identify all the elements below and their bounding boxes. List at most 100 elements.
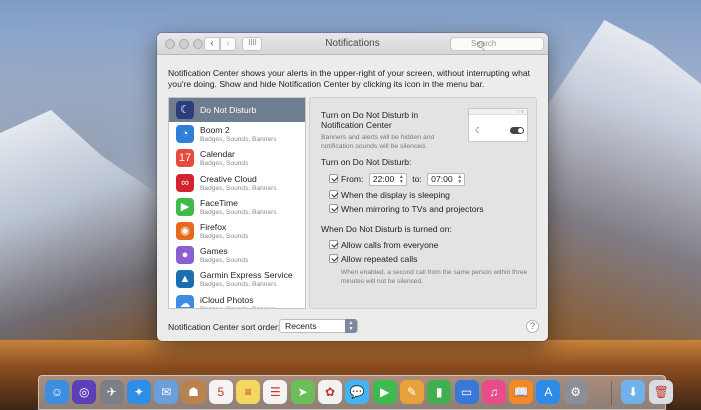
numbers-icon[interactable]: ▮ xyxy=(427,380,452,404)
app-notification-types: Badges, Sounds xyxy=(200,160,249,168)
display-sleeping-checkbox[interactable] xyxy=(329,190,338,199)
schedule-checkbox[interactable] xyxy=(329,173,338,183)
allow-calls-checkbox[interactable] xyxy=(329,240,338,249)
app-name: Garmin Express Service xyxy=(200,270,293,281)
app-name: Boom 2 xyxy=(200,125,230,136)
pages-icon[interactable]: ✎ xyxy=(399,380,424,404)
app-notification-types: Badges, Sounds, Banners xyxy=(200,136,277,144)
itunes-icon[interactable]: ♫ xyxy=(481,380,506,404)
moon-icon: ☾ xyxy=(176,101,194,119)
app-list-item[interactable]: ▶ FaceTime Badges, Sounds, Banners xyxy=(169,195,305,219)
app-notification-types: Badges, Sounds, Banners xyxy=(200,184,277,192)
finder-icon[interactable]: ☺ xyxy=(45,380,69,404)
dnd-preview: ○ ≡ ☾ xyxy=(468,108,528,142)
launchpad-icon[interactable]: ✈ xyxy=(99,380,124,404)
app-name: Firefox xyxy=(200,221,227,232)
messages-icon[interactable]: 💬 xyxy=(345,380,370,404)
garmin-icon: ▲ xyxy=(176,270,194,289)
from-label: From: xyxy=(341,173,364,184)
keynote-icon[interactable]: ▭ xyxy=(454,380,479,404)
system-preferences-icon[interactable]: ⚙ xyxy=(563,380,588,404)
to-label: to: xyxy=(412,173,422,184)
help-button[interactable]: ? xyxy=(526,320,539,333)
intro-text: Notification Center shows your alerts in… xyxy=(168,68,531,89)
preview-moon-icon: ☾ xyxy=(475,126,483,135)
wallpaper-mountain-left xyxy=(0,110,170,340)
schedule-heading: Turn on Do Not Disturb: xyxy=(321,157,412,167)
sort-order-value: Recents xyxy=(285,321,317,331)
mirroring-row[interactable]: When mirroring to TVs and projectors xyxy=(329,204,484,214)
app-notification-types: Badges, Sounds xyxy=(200,232,249,240)
notes-icon[interactable]: ≡ xyxy=(236,380,261,404)
siri-icon[interactable]: ◎ xyxy=(72,380,97,404)
display-sleeping-row[interactable]: When the display is sleeping xyxy=(329,190,450,200)
reminders-icon[interactable]: ☰ xyxy=(263,380,288,404)
from-time-field[interactable]: 22:00 ▲ ▼ xyxy=(368,173,407,186)
search-icon xyxy=(477,41,484,48)
app-list-item[interactable]: ◔ Boom 2 Badges, Sounds, Banners xyxy=(169,122,305,146)
app-name: FaceTime xyxy=(200,197,238,208)
preview-menu-icons: ○ ≡ xyxy=(516,109,524,115)
app-list-item[interactable]: ▲ Garmin Express Service Badges, Sounds, B… xyxy=(169,267,305,291)
mail-icon[interactable]: ✉ xyxy=(154,380,179,404)
firefox-icon: ◉ xyxy=(176,221,194,240)
to-time-stepper-icon[interactable]: ▲ ▼ xyxy=(457,175,462,185)
wallpaper-mountain-right xyxy=(540,20,701,340)
dock: ☺ ◎ ✈ ✦ ✉ ☗ 5 ≡ ☰ ➤ ✿ 💬 ▶ ✎ ▮ ▭ ♫ 📖 A ⚙ ⬇ 🗑 xyxy=(38,375,674,410)
display-sleeping-label: When the display is sleeping xyxy=(341,190,450,200)
allow-repeated-row[interactable]: Allow repeated calls xyxy=(329,254,417,264)
to-time-value: 07:00 xyxy=(431,174,453,184)
app-list-item[interactable]: ☾ Do Not Disturb xyxy=(169,98,305,123)
app-notification-types: Badges, Sounds, Banners xyxy=(200,305,277,309)
select-arrows-icon: ▲ ▼ xyxy=(345,319,357,333)
games-icon: ● xyxy=(176,246,194,265)
title-bar: ‹ › ⠿⠿ Notifications Search xyxy=(157,33,548,55)
safari-icon[interactable]: ✦ xyxy=(126,380,151,404)
allow-repeated-label: Allow repeated calls xyxy=(341,254,418,264)
contacts-icon[interactable]: ☗ xyxy=(181,380,206,404)
mirroring-label: When mirroring to TVs and projectors xyxy=(341,204,484,214)
ibooks-icon[interactable]: 📖 xyxy=(509,380,534,404)
from-time-stepper-icon[interactable]: ▲ ▼ xyxy=(399,175,404,185)
app-list-item[interactable]: ☁ iCloud Photos Badges, Sounds, Banners xyxy=(169,292,305,309)
to-time-field[interactable]: 07:00 ▲ ▼ xyxy=(427,173,466,186)
app-notification-types: Badges, Sounds, Banners xyxy=(200,281,277,289)
dock-separator xyxy=(611,381,612,405)
app-notification-types: Badges, Sounds, Banners xyxy=(200,208,277,216)
allow-calls-row[interactable]: Allow calls from everyone xyxy=(329,240,438,250)
app-store-icon[interactable]: A xyxy=(536,380,561,404)
mirroring-checkbox[interactable] xyxy=(329,204,338,213)
schedule-row: From: 22:00 ▲ ▼ to: 07:00 ▲ ▼ xyxy=(329,173,468,186)
app-name: iCloud Photos xyxy=(200,294,254,305)
allow-repeated-checkbox[interactable] xyxy=(329,254,338,263)
facetime-icon: ▶ xyxy=(176,197,194,216)
allow-calls-label: Allow calls from everyone xyxy=(341,240,439,250)
app-list-item[interactable]: ◉ Firefox Badges, Sounds xyxy=(169,219,305,243)
sort-order-select[interactable]: Recents ▲ ▼ xyxy=(279,319,358,333)
boom-icon: ◔ xyxy=(176,125,194,144)
app-list-item[interactable]: ∞ Creative Cloud Badges, Sounds, Banners xyxy=(169,171,305,195)
downloads-folder-icon[interactable]: ⬇ xyxy=(621,380,645,404)
repeated-calls-hint: When enabled, a second call from the sam… xyxy=(341,269,528,285)
app-list-item[interactable]: 17 Calendar Badges, Sounds xyxy=(169,146,305,170)
app-name: Do Not Disturb xyxy=(200,105,257,115)
app-name: Games xyxy=(200,246,228,257)
sort-order-label: Notification Center sort order: xyxy=(168,322,281,332)
app-list[interactable]: ☾ Do Not Disturb ◔ Boom 2 Badges, Sounds, Ba… xyxy=(168,97,306,309)
app-list-item[interactable]: ● Games Badges, Sounds xyxy=(169,243,305,267)
dnd-title: Turn on Do Not Disturb in Notification C… xyxy=(321,110,419,130)
do-not-disturb-pane: Turn on Do Not Disturb in Notification C… xyxy=(309,97,537,309)
icloud-photos-icon: ☁ xyxy=(176,294,194,308)
trash-icon[interactable]: 🗑 xyxy=(649,380,674,404)
photos-icon[interactable]: ✿ xyxy=(318,380,342,404)
calendar-dock-icon[interactable]: 5 xyxy=(208,380,233,404)
maps-icon[interactable]: ➤ xyxy=(290,380,315,404)
app-notification-types: Badges, Sounds xyxy=(200,257,249,265)
app-name: Creative Cloud xyxy=(200,173,257,184)
creative-cloud-icon: ∞ xyxy=(176,173,194,192)
when-on-heading: When Do Not Disturb is turned on: xyxy=(321,224,452,234)
facetime-dock-icon[interactable]: ▶ xyxy=(372,380,397,404)
calendar-icon: 17 xyxy=(176,149,194,168)
search-input[interactable]: Search xyxy=(450,37,544,51)
dnd-description: Banners and alerts will be hidden and no… xyxy=(321,134,435,150)
